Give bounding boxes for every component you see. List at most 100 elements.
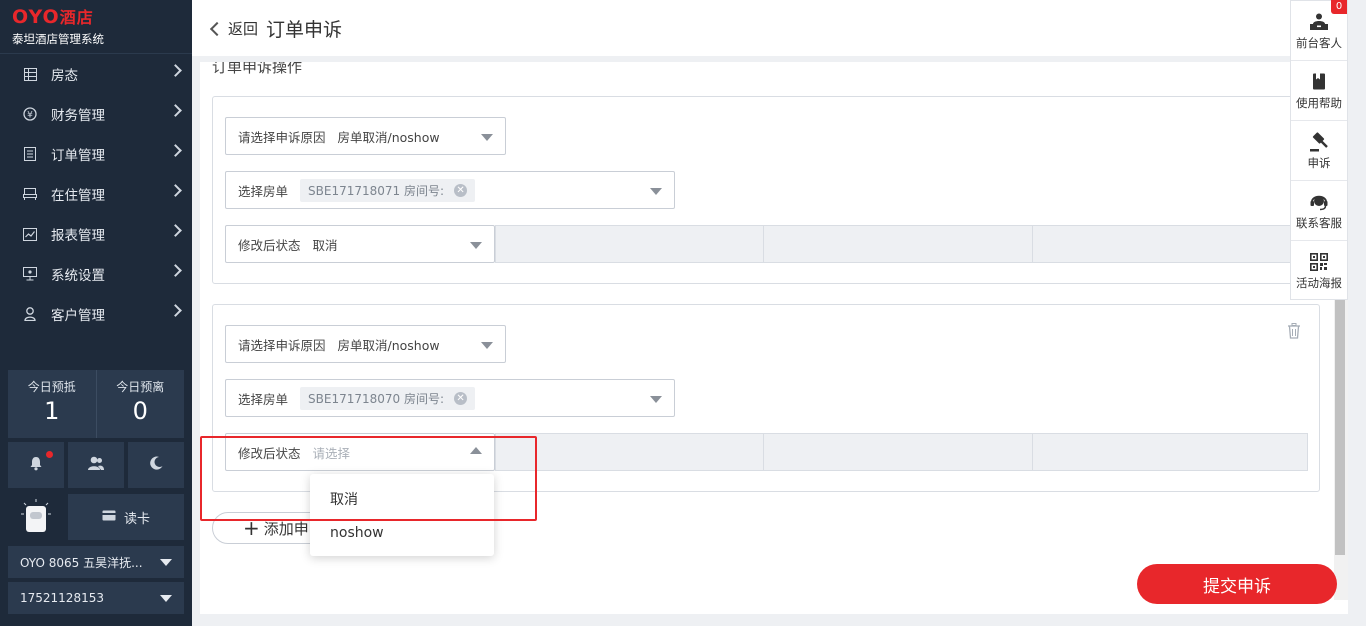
close-icon[interactable]: ✕ — [454, 183, 468, 197]
disabled-field — [495, 225, 764, 263]
yen-icon: ¥ — [22, 106, 38, 122]
status-dropdown-menu: 取消 noshow — [310, 474, 494, 556]
qrcode-icon — [1310, 251, 1328, 273]
sidebar-item-orders[interactable]: 订单管理 — [0, 134, 192, 174]
field-placeholder: 请选择 — [312, 445, 351, 461]
stat-expected-arrivals[interactable]: 今日预抵 1 — [8, 370, 96, 438]
float-item-front-desk-guests[interactable]: 0 前台客人 — [1291, 0, 1347, 61]
today-stats: 今日预抵 1 今日预离 0 — [8, 370, 184, 438]
caret-down-icon — [481, 342, 493, 349]
read-card-label: 读卡 — [123, 511, 150, 527]
stat-expected-departures[interactable]: 今日预离 0 — [95, 370, 185, 438]
sidebar-item-label: 在住管理 — [51, 188, 105, 204]
trash-icon[interactable] — [1287, 323, 1301, 343]
back-link[interactable]: 返回 — [228, 18, 258, 39]
user-icon — [22, 306, 38, 322]
brand: OYO酒店 泰坦酒店管理系统 — [0, 0, 192, 54]
users-icon — [87, 455, 105, 475]
sidebar-item-customers[interactable]: 客户管理 — [0, 294, 192, 334]
float-item-label: 活动海报 — [1296, 276, 1342, 290]
chevron-right-icon — [169, 264, 182, 277]
main-content: 订单申诉操作 请选择申诉原因 房单取消/noshow 选择房单 SBE17171… — [200, 62, 1348, 614]
field-label: 选择房单 — [238, 183, 289, 199]
sidebar-item-label: 订单管理 — [51, 148, 105, 164]
notification-dot — [46, 451, 53, 458]
field-value: 取消 — [312, 237, 338, 253]
caret-down-icon — [160, 595, 172, 602]
monitor-icon — [22, 266, 38, 282]
sidebar-item-reports[interactable]: 报表管理 — [0, 214, 192, 254]
sidebar-item-settings[interactable]: 系统设置 — [0, 254, 192, 294]
field-value: 房单取消/noshow — [337, 129, 440, 145]
sidebar-menu: 房态 ¥ 财务管理 订单管理 在住管理 报表管理 系统设置 客户管理 — [0, 54, 192, 334]
page-header: 返回 订单申诉 — [192, 0, 1290, 56]
section-title: 订单申诉操作 — [212, 62, 303, 76]
room-order-tag-text: SBE171718070 房间号: — [308, 391, 445, 406]
reason-select[interactable]: 请选择申诉原因 房单取消/noshow — [225, 117, 506, 155]
system-name: 泰坦酒店管理系统 — [12, 32, 104, 46]
sidebar-item-label: 财务管理 — [51, 108, 105, 124]
float-panel: 0 前台客人 使用帮助 申诉 联系客服 活动海报 — [1290, 0, 1348, 300]
float-item-label: 联系客服 — [1296, 215, 1342, 230]
stat-value: 0 — [132, 397, 148, 425]
field-value: 房单取消/noshow — [337, 337, 440, 353]
float-item-appeal[interactable]: 申诉 — [1291, 121, 1347, 181]
bed-icon — [22, 186, 38, 202]
receptionist-icon — [1309, 11, 1329, 33]
status-select[interactable]: 修改后状态 请选择 — [225, 433, 495, 471]
account-select-value: 17521128153 — [20, 591, 104, 605]
caret-down-icon — [470, 242, 482, 249]
bell-icon — [28, 455, 44, 475]
chevron-right-icon — [169, 304, 182, 317]
disabled-field — [763, 225, 1033, 263]
add-appeal-label: 添加申 — [263, 519, 309, 538]
guests-button[interactable] — [68, 442, 124, 488]
submit-appeal-button[interactable]: 提交申诉 — [1137, 564, 1337, 604]
float-item-help[interactable]: 使用帮助 — [1291, 61, 1347, 121]
float-item-label: 使用帮助 — [1296, 95, 1342, 110]
moon-icon — [148, 455, 164, 475]
headset-icon — [1309, 191, 1329, 213]
night-audit-button[interactable] — [128, 442, 184, 488]
field-label: 修改后状态 — [238, 445, 301, 461]
chevron-left-icon[interactable] — [209, 21, 225, 36]
chevron-right-icon — [169, 104, 182, 117]
room-order-select[interactable]: 选择房单 SBE171718070 房间号: ✕ — [225, 379, 675, 417]
status-select[interactable]: 修改后状态 取消 — [225, 225, 495, 263]
caret-down-icon — [650, 396, 662, 403]
dropdown-option-cancel[interactable]: 取消 — [310, 482, 494, 516]
card-icon — [101, 510, 116, 525]
notification-button[interactable] — [8, 442, 64, 488]
field-label: 修改后状态 — [238, 237, 301, 253]
field-label: 请选择申诉原因 — [238, 337, 326, 353]
close-icon[interactable]: ✕ — [454, 391, 468, 405]
account-select[interactable]: 17521128153 — [8, 582, 184, 614]
room-order-tag: SBE171718071 房间号: ✕ — [300, 178, 476, 202]
room-order-tag: SBE171718070 房间号: ✕ — [300, 386, 476, 410]
sidebar-item-room-status[interactable]: 房态 — [0, 54, 192, 94]
sidebar-item-label: 房态 — [51, 68, 78, 84]
sidebar-item-in-house[interactable]: 在住管理 — [0, 174, 192, 214]
appeal-block: 请选择申诉原因 房单取消/noshow 选择房单 SBE171718070 房间… — [212, 304, 1320, 492]
sidebar-item-finance[interactable]: ¥ 财务管理 — [0, 94, 192, 134]
hotel-select[interactable]: OYO 8065 五昊洋抚... — [8, 546, 184, 578]
read-card-button[interactable]: 读卡 — [68, 494, 184, 540]
sidebar-item-label: 客户管理 — [51, 308, 105, 324]
sidebar: OYO酒店 泰坦酒店管理系统 房态 ¥ 财务管理 订单管理 在住管理 报表管理 — [0, 0, 192, 626]
float-item-posters[interactable]: 活动海报 — [1291, 241, 1347, 301]
grid-icon — [22, 66, 38, 82]
sidebar-tools — [8, 442, 184, 488]
disabled-field — [763, 433, 1033, 471]
dropdown-option-noshow[interactable]: noshow — [310, 516, 494, 550]
document-icon — [22, 146, 38, 162]
badge-count: 0 — [1331, 0, 1347, 14]
logo: OYO酒店 — [12, 6, 94, 28]
svg-text:¥: ¥ — [27, 111, 33, 121]
reason-select[interactable]: 请选择申诉原因 房单取消/noshow — [225, 325, 506, 363]
field-label: 选择房单 — [238, 391, 289, 407]
room-order-select[interactable]: 选择房单 SBE171718071 房间号: ✕ — [225, 171, 675, 209]
disabled-field — [1032, 433, 1308, 471]
float-item-customer-service[interactable]: 联系客服 — [1291, 181, 1347, 241]
stat-label: 今日预离 — [116, 380, 165, 394]
chevron-right-icon — [169, 144, 182, 157]
